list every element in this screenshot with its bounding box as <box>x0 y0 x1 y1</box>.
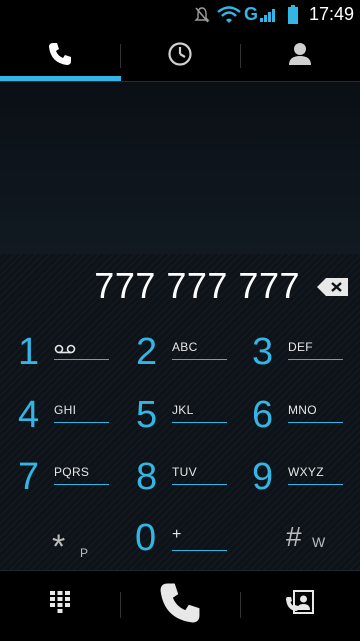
key-1[interactable]: 1 <box>0 326 120 390</box>
key-letters: TUV <box>172 465 197 479</box>
tab-dialpad[interactable] <box>0 30 120 82</box>
key-hash[interactable]: # W <box>240 516 360 570</box>
key-8[interactable]: 8 TUV <box>118 451 238 515</box>
key-digit: # <box>286 521 302 552</box>
battery-icon <box>285 0 301 30</box>
key-underline <box>54 422 109 423</box>
add-contact-icon <box>285 589 315 622</box>
wifi-icon <box>216 0 242 30</box>
call-icon <box>157 580 203 631</box>
key-digit: 5 <box>136 394 158 436</box>
key-5[interactable]: 5 JKL <box>118 389 238 453</box>
key-digit: 3 <box>252 331 274 373</box>
key-3[interactable]: 3 DEF <box>234 326 354 390</box>
clock-icon <box>167 41 193 72</box>
suggestions-area <box>0 82 360 254</box>
dialer-tabs <box>0 30 360 82</box>
key-letters: JKL <box>172 403 194 417</box>
key-digit: 7 <box>18 456 40 498</box>
status-bar: G 17:49 <box>0 0 360 30</box>
key-underline <box>288 484 343 485</box>
mute-icon <box>192 0 212 30</box>
key-letters: P <box>80 546 89 560</box>
key-0[interactable]: 0 + <box>120 516 240 570</box>
key-underline <box>172 550 227 551</box>
key-digit: 6 <box>252 394 274 436</box>
key-letters: W <box>312 534 326 550</box>
key-letters: GHI <box>54 403 77 417</box>
key-underline <box>172 422 227 423</box>
key-letters: DEF <box>288 340 313 354</box>
key-underline <box>172 484 227 485</box>
tab-contacts[interactable] <box>240 30 360 82</box>
key-underline <box>172 359 227 360</box>
number-display[interactable]: 777 777 777 <box>0 266 300 306</box>
key-digit: * <box>52 528 66 566</box>
key-letters: MNO <box>288 403 317 417</box>
key-6[interactable]: 6 MNO <box>234 389 354 453</box>
key-digit: 1 <box>18 331 40 373</box>
add-contact-button[interactable] <box>240 572 360 638</box>
key-letters: ABC <box>172 340 198 354</box>
key-digit: 8 <box>136 456 158 498</box>
key-underline <box>288 422 343 423</box>
key-2[interactable]: 2 ABC <box>118 326 238 390</box>
key-9[interactable]: 9 WXYZ <box>234 451 354 515</box>
key-underline <box>54 359 109 360</box>
key-digit: 2 <box>136 331 158 373</box>
key-underline <box>54 484 109 485</box>
key-7[interactable]: 7 PQRS <box>0 451 120 515</box>
call-button[interactable] <box>120 572 240 638</box>
clock-time: 17:49 <box>308 4 354 24</box>
key-digit: 4 <box>18 394 40 436</box>
phone-icon <box>47 41 73 72</box>
key-digit: 9 <box>252 456 274 498</box>
key-underline <box>288 359 343 360</box>
key-letters: PQRS <box>54 465 90 479</box>
key-digit: 0 <box>135 517 157 559</box>
network-type-label: G <box>244 4 259 24</box>
signal-icon <box>258 0 276 30</box>
tab-call-log[interactable] <box>120 30 240 82</box>
backspace-button[interactable] <box>316 276 350 298</box>
dialpad-toggle-button[interactable] <box>0 572 120 638</box>
key-letters: + <box>172 526 182 543</box>
key-4[interactable]: 4 GHI <box>0 389 120 453</box>
key-letters: WXYZ <box>288 465 324 479</box>
person-icon <box>287 41 313 72</box>
dialpad-toggle-icon <box>49 590 71 621</box>
key-star[interactable]: * P <box>0 516 120 570</box>
backspace-icon <box>316 278 350 302</box>
